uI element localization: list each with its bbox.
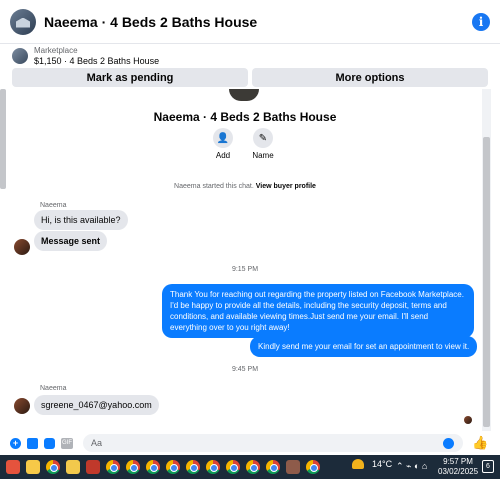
more-options-button[interactable]: More options: [252, 68, 488, 87]
chrome-icon[interactable]: [186, 460, 200, 474]
chrome-icon[interactable]: [306, 460, 320, 474]
app-icon[interactable]: [286, 460, 300, 474]
clock[interactable]: 9:57 PM 03/02/2025: [438, 457, 478, 477]
timestamp: 9:45 PM: [231, 366, 259, 373]
incoming-message[interactable]: Message sent: [34, 231, 108, 251]
chrome-icon[interactable]: [166, 460, 180, 474]
app-icon[interactable]: [6, 460, 20, 474]
view-buyer-profile-link[interactable]: View buyer profile: [256, 183, 316, 190]
add-action[interactable]: 👤 Add: [212, 128, 234, 160]
message-composer: + GIF Aa 👍: [0, 431, 500, 455]
files-icon[interactable]: [26, 460, 40, 474]
taskbar: 14°C ⌃ ⌁ ◐ ⌂ 9:57 PM 03/02/2025 6: [0, 455, 500, 479]
photo-icon[interactable]: [27, 437, 38, 449]
chrome-icon[interactable]: [106, 460, 120, 474]
sender-avatar[interactable]: [14, 239, 30, 255]
notification-icon[interactable]: 6: [482, 460, 494, 473]
chat-header: Naeema · 4 Beds 2 Baths House i: [0, 0, 500, 44]
clock-time: 9:57 PM: [443, 457, 473, 466]
chrome-icon[interactable]: [266, 460, 280, 474]
weather-icon: [352, 459, 364, 469]
listing-bar[interactable]: Marketplace $1,150 · 4 Beds 2 Baths Hous…: [0, 44, 500, 67]
add-person-icon[interactable]: 👤: [213, 128, 233, 148]
app-icon[interactable]: [86, 460, 100, 474]
chrome-icon[interactable]: [46, 460, 60, 474]
info-icon[interactable]: i: [472, 12, 490, 31]
name-label: Name: [252, 151, 274, 160]
left-scroll-indicator: [0, 89, 6, 189]
chrome-icon[interactable]: [126, 460, 140, 474]
scrollbar-thumb[interactable]: [483, 137, 490, 427]
mark-as-pending-button[interactable]: Mark as pending: [12, 68, 248, 87]
name-action[interactable]: ✎ Name: [252, 128, 274, 160]
profile-name: Naeema · 4 Beds 2 Baths House: [153, 110, 337, 124]
listing-category: Marketplace: [34, 45, 78, 55]
listing-thumbnail: [12, 47, 28, 64]
chrome-icon[interactable]: [206, 460, 220, 474]
outgoing-message[interactable]: Thank You for reaching out regarding the…: [162, 284, 474, 338]
clock-date: 03/02/2025: [438, 467, 479, 476]
started-text: Naeema started this chat.: [174, 183, 256, 190]
listing-avatar[interactable]: [10, 8, 36, 35]
sticker-icon[interactable]: [44, 437, 55, 449]
plus-icon[interactable]: +: [10, 437, 21, 449]
add-label: Add: [215, 151, 231, 160]
chat-scrollbar[interactable]: [482, 89, 491, 431]
chrome-icon[interactable]: [246, 460, 260, 474]
sender-name: Naeema: [40, 202, 67, 209]
emoji-icon[interactable]: [443, 437, 454, 449]
weather-widget[interactable]: 14°C: [352, 459, 392, 469]
gif-icon[interactable]: GIF: [61, 437, 73, 449]
incoming-message[interactable]: Hi, is this available?: [34, 210, 128, 230]
chat-title[interactable]: Naeema · 4 Beds 2 Baths House: [44, 14, 472, 30]
like-icon[interactable]: 👍: [472, 435, 488, 451]
listing-actions: Mark as pending More options: [12, 68, 488, 87]
chat-started-notice: Naeema started this chat. View buyer pro…: [0, 183, 490, 190]
notes-icon[interactable]: [66, 460, 80, 474]
seen-avatar: [464, 416, 472, 424]
edit-pencil-icon[interactable]: ✎: [253, 128, 273, 148]
temperature: 14°C: [372, 459, 393, 469]
chrome-icon[interactable]: [146, 460, 160, 474]
sender-avatar[interactable]: [14, 398, 30, 414]
sender-name: Naeema: [40, 385, 67, 392]
outgoing-message[interactable]: Kindly send me your email for set an app…: [250, 336, 478, 357]
message-input[interactable]: Aa: [83, 434, 463, 452]
timestamp: 9:15 PM: [231, 266, 259, 273]
listing-name: $1,150 · 4 Beds 2 Baths House: [34, 55, 160, 66]
incoming-message[interactable]: sgreene_0467@yahoo.com: [34, 395, 159, 415]
system-tray[interactable]: ⌃ ⌁ ◐ ⌂: [396, 461, 427, 472]
profile-actions: 👤 Add ✎ Name: [212, 128, 274, 160]
chrome-icon[interactable]: [226, 460, 240, 474]
